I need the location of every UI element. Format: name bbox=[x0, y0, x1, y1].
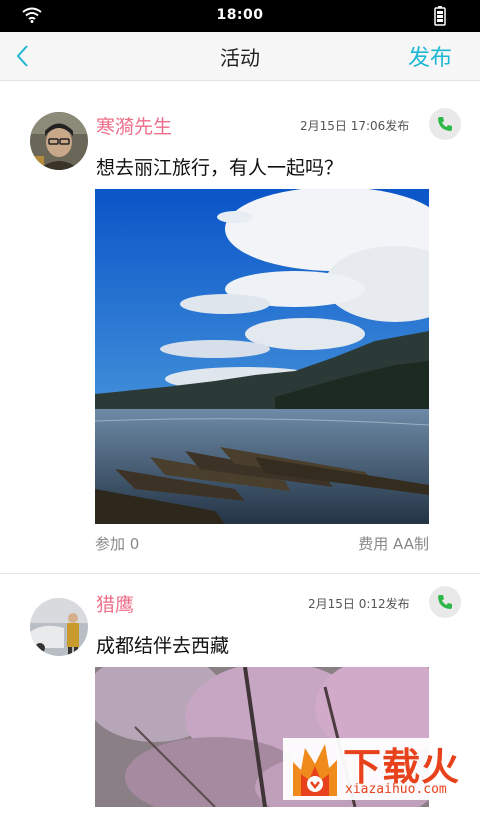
avatar[interactable] bbox=[30, 112, 88, 170]
phone-icon bbox=[438, 117, 452, 131]
post-content: 想去丽江旅行，有人一起吗？ bbox=[96, 157, 344, 179]
activity-feed: 寒漪先生 2月15日 17:06发布 想去丽江旅行，有人一起吗？ 参加 0 费用… bbox=[0, 81, 480, 807]
avatar[interactable] bbox=[30, 598, 88, 656]
post-time: 2月15日 0:12发布 bbox=[308, 597, 410, 611]
call-button[interactable] bbox=[429, 586, 461, 618]
call-button[interactable] bbox=[429, 108, 461, 140]
username[interactable]: 寒漪先生 bbox=[96, 112, 172, 139]
app-header: 活动 发布 bbox=[0, 32, 480, 81]
flame-logo-icon bbox=[293, 744, 337, 796]
watermark-logo: 下载火 xiazaihuo.com bbox=[283, 738, 480, 800]
phone-icon bbox=[438, 595, 452, 609]
username[interactable]: 猎鹰 bbox=[96, 590, 134, 617]
status-time: 18:00 bbox=[216, 7, 264, 23]
publish-button[interactable]: 发布 bbox=[408, 40, 452, 72]
post-content: 成都结伴去西藏 bbox=[96, 635, 230, 657]
post-time: 2月15日 17:06发布 bbox=[300, 119, 410, 133]
post-photo[interactable] bbox=[95, 189, 429, 524]
watermark-url: xiazaihuo.com bbox=[345, 782, 447, 797]
status-bar: 18:00 bbox=[0, 0, 480, 32]
post-card[interactable]: 寒漪先生 2月15日 17:06发布 想去丽江旅行，有人一起吗？ 参加 0 费用… bbox=[0, 81, 480, 574]
battery-icon bbox=[434, 6, 446, 30]
participants-count: 参加 0 bbox=[95, 535, 140, 553]
cost-label: 费用 AA制 bbox=[358, 535, 429, 553]
